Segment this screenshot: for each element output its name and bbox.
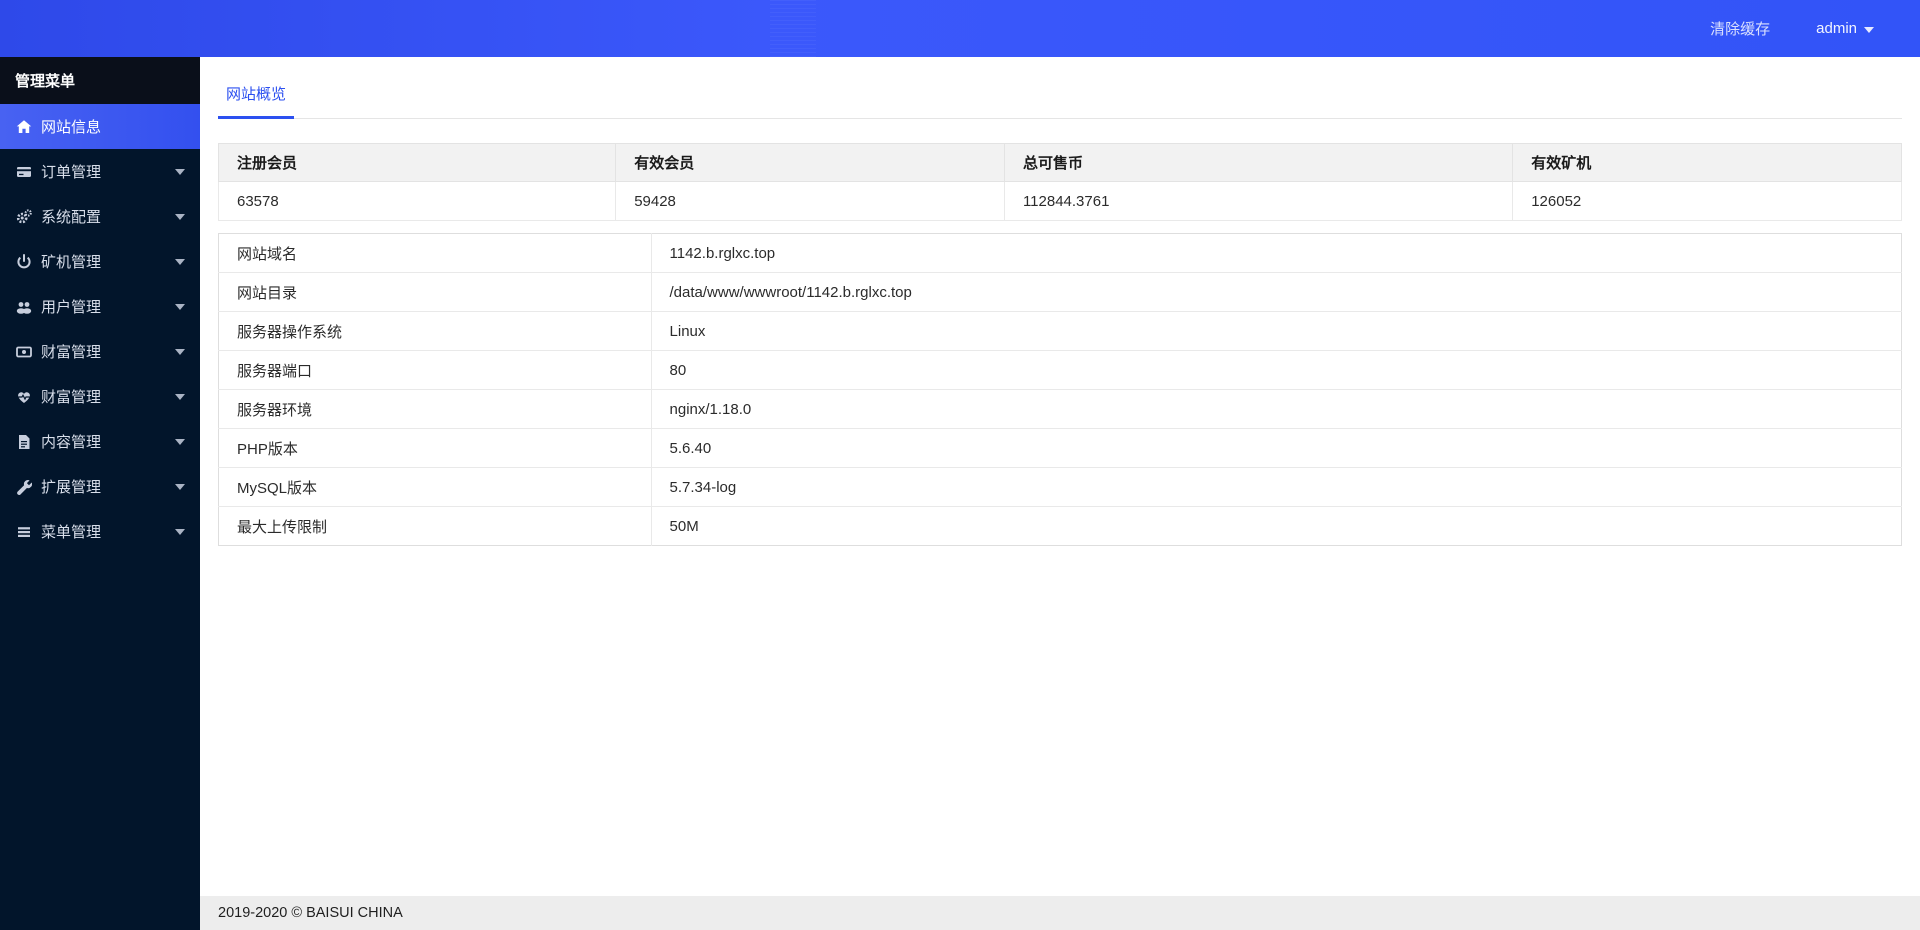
info-label: 网站域名: [218, 233, 652, 273]
list-icon: [15, 523, 32, 540]
info-label: 服务器环境: [218, 389, 652, 429]
sidebar-item-label: 系统配置: [41, 209, 102, 226]
chevron-down-icon: [1864, 26, 1874, 33]
topbar-decorative-pattern: [770, 0, 816, 57]
sidebar-item-label: 财富管理: [41, 344, 102, 361]
table-row: 服务器端口 80: [218, 350, 1902, 390]
sidebar-item-label: 订单管理: [41, 164, 102, 181]
sidebar-item-site-info[interactable]: 网站信息: [0, 104, 200, 149]
sidebar-item-wealth-management-1[interactable]: 财富管理: [0, 329, 200, 374]
topbar: 清除缓存 admin: [0, 0, 1920, 57]
info-label: MySQL版本: [218, 467, 652, 507]
table-row: 最大上传限制 50M: [218, 506, 1902, 546]
stats-header-total-sellable-coins: 总可售币: [1003, 143, 1514, 182]
info-value: /data/www/wwwroot/1142.b.rglxc.top: [651, 272, 1902, 312]
chevron-down-icon: [175, 258, 185, 265]
stats-value-row: 63578 59428 112844.3761 126052: [217, 181, 1902, 221]
sidebar-item-content-management[interactable]: 内容管理: [0, 419, 200, 464]
info-label: 网站目录: [218, 272, 652, 312]
sidebar-item-wealth-management-2[interactable]: 财富管理: [0, 374, 200, 419]
info-value: 1142.b.rglxc.top: [669, 244, 776, 262]
table-row: 服务器操作系统 Linux: [218, 311, 1902, 351]
footer: 2019-2020 © BAISUI CHINA: [200, 896, 1920, 930]
table-row: 网站目录 /data/www/wwwroot/1142.b.rglxc.top: [218, 272, 1902, 312]
sidebar-item-system-config[interactable]: 系统配置: [0, 194, 200, 239]
money-icon: [15, 343, 32, 360]
server-info-table: 网站域名 1142.b.rglxc.top 网站目录 /data/www/www…: [218, 233, 1902, 546]
table-row: PHP版本 5.6.40: [218, 428, 1902, 468]
stats-table: 注册会员 有效会员 总可售币 有效矿机 63578 59428 112844.3…: [217, 143, 1902, 221]
table-row: 服务器环境 nginx/1.18.0: [218, 389, 1902, 429]
sidebar-item-label: 网站信息: [41, 119, 102, 136]
chevron-down-icon: [175, 168, 185, 175]
sidebar-item-user-management[interactable]: 用户管理: [0, 284, 200, 329]
clear-cache-button[interactable]: 清除缓存: [1710, 18, 1770, 39]
info-value: Linux: [651, 311, 1902, 351]
users-icon: [15, 298, 32, 315]
stats-value-registered-members: 63578: [217, 181, 617, 221]
sidebar-item-miner-management[interactable]: 矿机管理: [0, 239, 200, 284]
info-label: 最大上传限制: [218, 506, 652, 546]
chevron-down-icon: [175, 348, 185, 355]
chevron-down-icon: [175, 393, 185, 400]
sidebar-item-label: 扩展管理: [41, 479, 102, 496]
sidebar: 管理菜单 网站信息 订单管理 系统配置 矿机管理 用户管理 财富管理 财富管理 …: [0, 57, 200, 930]
sidebar-item-label: 内容管理: [41, 434, 102, 451]
sidebar-header: 管理菜单: [0, 57, 200, 104]
wrench-icon: [15, 478, 32, 495]
info-value: 80: [651, 350, 1902, 390]
stats-header-registered-members: 注册会员: [217, 143, 617, 182]
info-label: PHP版本: [218, 428, 652, 468]
power-icon: [15, 253, 32, 270]
chevron-down-icon: [175, 483, 185, 490]
tab-site-overview[interactable]: 网站概览: [218, 77, 295, 119]
stats-header-row: 注册会员 有效会员 总可售币 有效矿机: [217, 143, 1902, 182]
sidebar-item-menu-management[interactable]: 菜单管理: [0, 509, 200, 554]
table-row: 网站域名 1142.b.rglxc.top: [218, 233, 1902, 273]
main-content: 网站概览 注册会员 有效会员 总可售币 有效矿机 63578 59428 112…: [200, 57, 1920, 930]
credit-card-icon: [15, 163, 32, 180]
stats-value-valid-miners: 126052: [1512, 181, 1902, 221]
info-value: nginx/1.18.0: [651, 389, 1902, 429]
stats-value-total-sellable-coins: 112844.3761: [1003, 181, 1514, 221]
info-value: 50M: [651, 506, 1902, 546]
heartbeat-icon: [15, 388, 32, 405]
chevron-down-icon: [175, 213, 185, 220]
stats-header-valid-members: 有效会员: [615, 143, 1005, 182]
sidebar-item-label: 用户管理: [41, 299, 102, 316]
info-value: 5.7.34-log: [651, 467, 1902, 507]
gears-icon: [15, 208, 32, 225]
file-text-icon: [15, 433, 32, 450]
tab-bar: 网站概览: [218, 77, 1902, 119]
copyright-text: 2019-2020 © BAISUI CHINA: [218, 905, 403, 921]
chevron-down-icon: [175, 303, 185, 310]
info-label: 服务器端口: [218, 350, 652, 390]
chevron-down-icon: [175, 528, 185, 535]
table-row: MySQL版本 5.7.34-log: [218, 467, 1902, 507]
chevron-down-icon: [175, 438, 185, 445]
home-icon: [15, 118, 32, 135]
info-value: 5.6.40: [651, 428, 1902, 468]
sidebar-item-extension-management[interactable]: 扩展管理: [0, 464, 200, 509]
info-label: 服务器操作系统: [218, 311, 652, 351]
sidebar-item-label: 财富管理: [41, 389, 102, 406]
stats-header-valid-miners: 有效矿机: [1512, 143, 1902, 182]
user-menu-button[interactable]: admin: [1816, 20, 1874, 37]
user-menu-label: admin: [1816, 20, 1857, 37]
sidebar-item-label: 矿机管理: [41, 254, 102, 271]
sidebar-item-label: 菜单管理: [41, 524, 102, 541]
stats-value-valid-members: 59428: [615, 181, 1005, 221]
sidebar-item-orders[interactable]: 订单管理: [0, 149, 200, 194]
